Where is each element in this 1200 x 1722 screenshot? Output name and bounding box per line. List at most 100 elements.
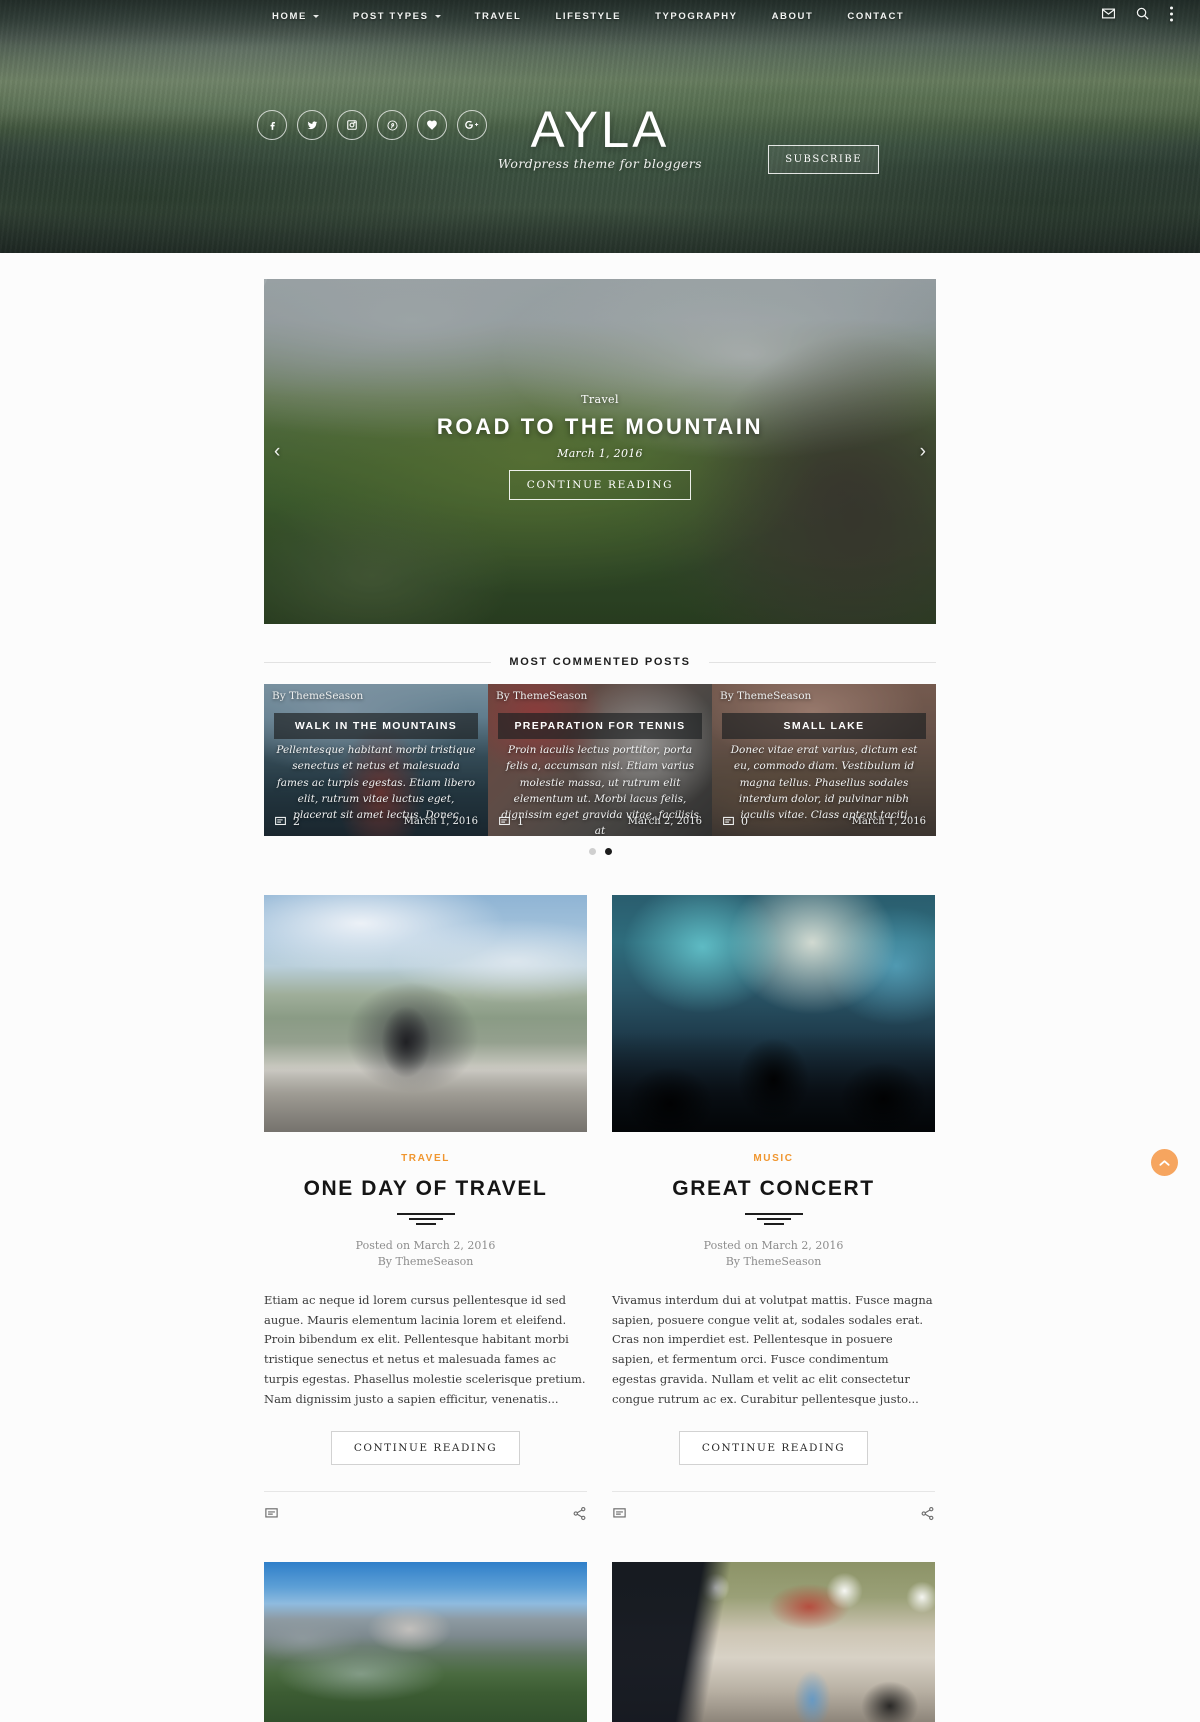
post-meta: Posted on March 2, 2016 By ThemeSeason [264, 1238, 587, 1270]
scroll-to-top-button[interactable] [1151, 1149, 1178, 1176]
social-links [257, 110, 487, 140]
post-excerpt: Vivamus interdum dui at volutpat mattis.… [612, 1292, 933, 1406]
card-comment-count[interactable]: 0 [722, 815, 748, 828]
card-title[interactable]: PREPARATION FOR TENNIS [502, 720, 698, 732]
carousel-dot-2[interactable] [604, 848, 612, 855]
card-footer: 0 March 1, 2016 [722, 815, 926, 828]
card-author[interactable]: By ThemeSeason [720, 690, 811, 702]
post-category[interactable]: MUSIC [612, 1153, 935, 1164]
nav-item-lifestyle[interactable]: LIFESTYLE [538, 11, 638, 22]
title-separator [396, 1213, 455, 1225]
twitter-icon[interactable] [297, 110, 327, 140]
subscribe-button[interactable]: SUBSCRIBE [768, 145, 879, 174]
post-footer [264, 1491, 587, 1526]
post-thumbnail[interactable] [612, 1562, 935, 1722]
page-content: ‹ › Travel ROAD TO THE MOUNTAIN March 1,… [0, 279, 1200, 1722]
nav-item-label: TRAVEL [474, 10, 522, 22]
card-excerpt: Pellentesque habitant morbi tristique se… [276, 744, 476, 822]
slider-next-arrow[interactable]: › [920, 441, 926, 463]
search-icon[interactable] [1135, 6, 1150, 26]
card-excerpt: Donec vitae erat varius, dictum est eu, … [730, 744, 918, 822]
google-plus-icon[interactable] [457, 110, 487, 140]
featured-date: March 1, 2016 [557, 447, 643, 460]
share-icon[interactable] [920, 1506, 935, 1526]
slider-prev-arrow[interactable]: ‹ [274, 441, 280, 463]
post-category[interactable]: TRAVEL [264, 1153, 587, 1164]
chevron-down-icon [434, 14, 441, 18]
heading-divider-left [264, 661, 492, 663]
most-commented-heading: MOST COMMENTED POSTS [264, 656, 936, 668]
card-title[interactable]: WALK IN THE MOUNTAINS [278, 720, 474, 732]
post-date: Posted on March 2, 2016 [355, 1239, 496, 1252]
post-card: TRAVEL ONE DAY OF TRAVEL Posted on March… [264, 895, 587, 1526]
nav-item-post-types[interactable]: POST TYPES [336, 11, 458, 22]
comment-icon[interactable] [612, 1506, 627, 1526]
carousel-pagination [264, 848, 936, 855]
nav-item-typography[interactable]: TYPOGRAPHY [638, 11, 755, 22]
post-thumbnail[interactable] [612, 895, 935, 1132]
most-commented-carousel: By ThemeSeason WALK IN THE MOUNTAINS Pel… [264, 684, 936, 836]
top-navigation-bar: HOME POST TYPES TRAVEL LIFESTYLE TYPOGRA… [0, 0, 1200, 32]
card-comment-count[interactable]: 1 [498, 815, 524, 828]
continue-reading-button[interactable]: CONTINUE READING [330, 1431, 521, 1466]
post-grid: TRAVEL ONE DAY OF TRAVEL Posted on March… [264, 895, 936, 1526]
nav-item-label: HOME [272, 10, 307, 22]
more-vertical-icon[interactable] [1169, 6, 1174, 27]
heart-icon[interactable] [417, 110, 447, 140]
card-footer: 1 March 2, 2016 [498, 815, 702, 828]
section-title: MOST COMMENTED POSTS [509, 656, 691, 668]
card-comment-number: 2 [293, 815, 300, 828]
most-commented-card[interactable]: By ThemeSeason PREPARATION FOR TENNIS Pr… [488, 684, 712, 836]
card-title[interactable]: SMALL LAKE [726, 720, 922, 732]
site-title: AYLA [530, 101, 670, 158]
share-icon[interactable] [572, 1506, 587, 1526]
most-commented-card[interactable]: By ThemeSeason WALK IN THE MOUNTAINS Pel… [264, 684, 488, 836]
featured-post-slider[interactable]: ‹ › Travel ROAD TO THE MOUNTAIN March 1,… [264, 279, 936, 624]
post-date: Posted on March 2, 2016 [703, 1239, 844, 1252]
card-date: March 1, 2016 [851, 816, 926, 827]
card-author[interactable]: By ThemeSeason [496, 690, 587, 702]
post-author[interactable]: By ThemeSeason [264, 1254, 587, 1270]
heading-divider-right [708, 661, 936, 663]
comment-icon [275, 816, 286, 826]
card-title-bar: SMALL LAKE [722, 713, 926, 739]
title-separator [744, 1213, 803, 1225]
chevron-down-icon [312, 14, 319, 18]
comment-icon[interactable] [264, 1506, 279, 1526]
nav-item-contact[interactable]: CONTACT [830, 11, 921, 22]
continue-reading-button[interactable]: CONTINUE READING [678, 1431, 869, 1466]
facebook-icon[interactable] [257, 110, 287, 140]
featured-continue-reading-button[interactable]: CONTINUE READING [508, 470, 692, 500]
header-tools [1101, 6, 1174, 27]
post-grid-next-row [264, 1562, 936, 1722]
post-author[interactable]: By ThemeSeason [612, 1254, 935, 1270]
featured-category[interactable]: Travel [264, 393, 936, 406]
card-title-bar: WALK IN THE MOUNTAINS [274, 713, 478, 739]
post-title[interactable]: GREAT CONCERT [612, 1177, 935, 1201]
nav-item-label: TYPOGRAPHY [655, 10, 738, 22]
post-thumbnail[interactable] [264, 1562, 587, 1722]
featured-title[interactable]: ROAD TO THE MOUNTAIN [264, 414, 936, 440]
card-date: March 2, 2016 [627, 816, 702, 827]
nav-item-home[interactable]: HOME [255, 11, 336, 22]
pinterest-icon[interactable] [377, 110, 407, 140]
instagram-icon[interactable] [337, 110, 367, 140]
card-comment-count[interactable]: 2 [274, 815, 300, 828]
carousel-dot-1[interactable] [588, 848, 596, 855]
post-thumbnail[interactable] [264, 895, 587, 1132]
nav-item-label: POST TYPES [352, 10, 429, 22]
nav-item-label: LIFESTYLE [555, 10, 622, 22]
card-title-bar: PREPARATION FOR TENNIS [498, 713, 702, 739]
nav-item-label: CONTACT [847, 10, 905, 22]
featured-slide-caption: Travel ROAD TO THE MOUNTAIN March 1, 201… [264, 393, 936, 500]
most-commented-card[interactable]: By ThemeSeason SMALL LAKE Donec vitae er… [712, 684, 936, 836]
mail-icon[interactable] [1101, 6, 1116, 26]
card-author[interactable]: By ThemeSeason [272, 690, 363, 702]
comment-icon [723, 816, 734, 826]
nav-item-about[interactable]: ABOUT [755, 11, 831, 22]
site-branding: AYLA Wordpress theme for bloggers [0, 104, 1200, 171]
nav-item-label: ABOUT [771, 10, 814, 22]
hero-center-band: AYLA Wordpress theme for bloggers SUBSCR… [0, 32, 1200, 253]
post-title[interactable]: ONE DAY OF TRAVEL [264, 1177, 587, 1201]
nav-item-travel[interactable]: TRAVEL [458, 11, 539, 22]
